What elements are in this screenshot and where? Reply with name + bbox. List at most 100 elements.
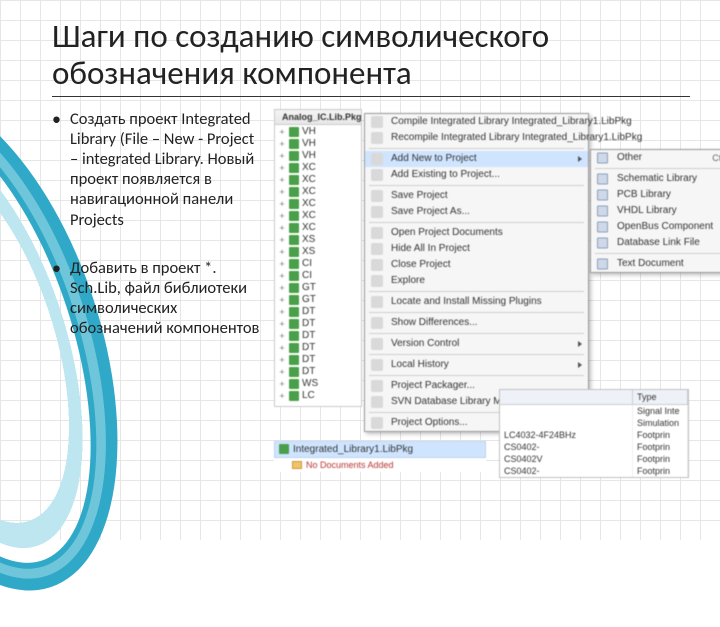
expand-icon[interactable]: + <box>278 294 286 306</box>
expand-icon[interactable]: + <box>278 210 286 222</box>
submenu-item[interactable]: OpenBus Component <box>591 219 720 235</box>
tree-item[interactable]: +XC <box>277 222 359 234</box>
expand-icon[interactable]: + <box>278 150 286 162</box>
file-icon <box>289 391 299 401</box>
tree-item[interactable]: +XS <box>277 234 359 246</box>
file-icon <box>289 259 299 269</box>
tree-item[interactable]: +DT <box>277 318 359 330</box>
expand-icon[interactable]: + <box>278 282 286 294</box>
file-icon <box>289 163 299 173</box>
submenu-item[interactable]: Database Link File <box>591 235 720 251</box>
expand-icon[interactable]: + <box>278 186 286 198</box>
submenu-item[interactable]: VHDL Library <box>591 203 720 219</box>
tree-item[interactable]: +GT <box>277 294 359 306</box>
expand-icon[interactable]: + <box>278 138 286 150</box>
submenu-arrow-icon <box>578 362 582 368</box>
expand-icon[interactable]: + <box>278 198 286 210</box>
submenu-item[interactable]: PCB Library <box>591 187 720 203</box>
tree-item[interactable]: + XC <box>277 198 359 210</box>
tree-item[interactable]: +DT <box>277 306 359 318</box>
models-panel-row[interactable]: Signal Inte <box>500 405 688 417</box>
tree-item[interactable]: +DT <box>277 342 359 354</box>
context-menu-item[interactable]: Open Project Documents <box>365 225 588 241</box>
models-panel[interactable]: Type Signal InteSimulationLC4032-4F24BHz… <box>499 389 689 478</box>
tree-item[interactable]: +WS <box>277 378 359 390</box>
models-col1-cell <box>500 417 633 429</box>
tree-item[interactable]: +CI <box>277 258 359 270</box>
submenu-item[interactable]: Text Document <box>591 256 720 272</box>
context-menu-item[interactable]: Explore <box>365 273 588 289</box>
models-panel-row[interactable]: CS0402VFootprin <box>500 453 688 465</box>
expand-icon[interactable]: + <box>278 222 286 234</box>
selected-library-row[interactable]: Integrated_Library1.LibPkg <box>274 441 486 458</box>
tree-item[interactable]: + XC <box>277 186 359 198</box>
expand-icon[interactable]: + <box>278 258 286 270</box>
expand-icon[interactable]: + <box>278 246 286 258</box>
add-new-submenu[interactable]: OtherCtrl+N Schematic LibraryPCB LibraryV… <box>590 149 720 273</box>
context-menu-item[interactable]: Compile Integrated Library Integrated_Li… <box>365 114 588 130</box>
menu-item-label: Open Project Documents <box>391 227 503 238</box>
context-menu-item[interactable]: Close Project <box>365 257 588 273</box>
models-col2-cell: Footprin <box>633 465 688 477</box>
models-panel-row[interactable]: CS0402-Footprin <box>500 441 688 453</box>
tree-item[interactable]: +LC <box>277 390 359 402</box>
context-menu-item[interactable]: Save Project As... <box>365 204 588 220</box>
project-context-menu[interactable]: Compile Integrated Library Integrated_Li… <box>364 113 589 432</box>
tree-item[interactable]: +VH <box>277 138 359 150</box>
expand-icon[interactable]: + <box>278 234 286 246</box>
context-menu-item[interactable]: Local History <box>365 357 588 373</box>
expand-icon[interactable]: + <box>278 174 286 186</box>
tree-item[interactable]: +GT <box>277 282 359 294</box>
expand-icon[interactable]: + <box>278 270 286 282</box>
file-icon <box>289 379 299 389</box>
bullet-item-2: Добавить в проект *. Sch.Lib, файл библи… <box>52 258 262 339</box>
menu-item-icon <box>371 227 383 239</box>
expand-icon[interactable]: + <box>278 330 286 342</box>
context-menu-item[interactable]: Recompile Integrated Library Integrated_… <box>365 130 588 146</box>
expand-icon[interactable]: + <box>278 162 286 174</box>
project-tree[interactable]: Analog_IC.Lib.Pkg +VH+VH+VH+XC+XC+XC+XC+… <box>274 109 362 407</box>
tree-item[interactable]: + XC <box>277 162 359 174</box>
tree-item[interactable]: +XC <box>277 210 359 222</box>
models-panel-row[interactable]: CS0402-Footprin <box>500 465 688 477</box>
context-menu-item[interactable]: Save Project <box>365 188 588 204</box>
submenu-item-icon <box>597 258 608 269</box>
tree-item-label: XC <box>302 162 316 174</box>
models-panel-row[interactable]: LC4032-4F24BHzFootprin <box>500 429 688 441</box>
context-menu-item[interactable]: Locate and Install Missing Plugins <box>365 294 588 310</box>
submenu-item[interactable]: Schematic Library <box>591 171 720 187</box>
context-menu-item[interactable]: Version Control <box>365 336 588 352</box>
expand-icon[interactable]: + <box>278 354 286 366</box>
tree-item[interactable]: +DT <box>277 354 359 366</box>
submenu-item[interactable]: OtherCtrl+N <box>591 150 720 166</box>
tree-item-label: XC <box>302 186 316 198</box>
context-menu-item[interactable]: Hide All In Project <box>365 241 588 257</box>
menu-separator <box>369 375 584 376</box>
folder-icon <box>292 461 302 469</box>
expand-icon[interactable]: + <box>278 306 286 318</box>
expand-icon[interactable]: + <box>278 378 286 390</box>
tree-item[interactable]: +DT <box>277 366 359 378</box>
context-menu-item[interactable]: Show Differences... <box>365 315 588 331</box>
tree-item[interactable]: +DT <box>277 330 359 342</box>
models-panel-row[interactable]: Simulation <box>500 417 688 429</box>
expand-icon[interactable]: + <box>278 318 286 330</box>
tree-item[interactable]: + XC <box>277 174 359 186</box>
expand-icon[interactable]: + <box>278 126 286 138</box>
menu-item-icon <box>371 317 383 329</box>
slide-content: Шаги по созданию символического обозначе… <box>0 0 720 540</box>
tree-item[interactable]: +VH <box>277 150 359 162</box>
context-menu-item[interactable]: Add New to Project <box>365 151 588 167</box>
tree-item-label: XC <box>302 198 316 210</box>
project-tree-title: Analog_IC.Lib.Pkg <box>282 112 362 122</box>
context-menu-item[interactable]: Add Existing to Project... <box>365 167 588 183</box>
tree-item-label: XC <box>302 174 316 186</box>
expand-icon[interactable]: + <box>278 390 286 402</box>
tree-item[interactable]: +XS <box>277 246 359 258</box>
project-tree-items[interactable]: +VH+VH+VH+XC+XC+XC+XC+XC+XC+XS+XS+CI+CI+… <box>275 125 361 406</box>
expand-icon[interactable]: + <box>278 366 286 378</box>
file-icon <box>289 199 299 209</box>
expand-icon[interactable]: + <box>278 342 286 354</box>
tree-item[interactable]: +VH <box>277 126 359 138</box>
tree-item[interactable]: +CI <box>277 270 359 282</box>
